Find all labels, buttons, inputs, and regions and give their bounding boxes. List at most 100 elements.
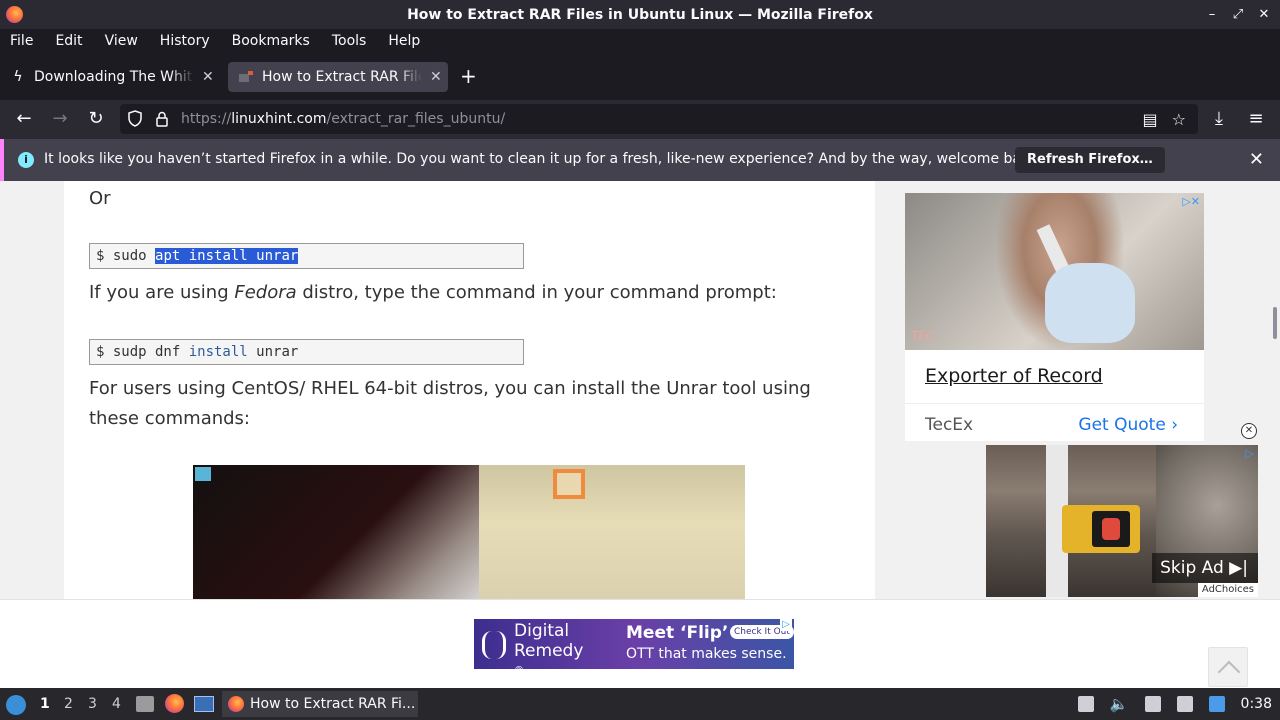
url-domain: linuxhint.com xyxy=(231,111,327,127)
workspace-4[interactable]: 4 xyxy=(112,696,121,712)
notification-message: It looks like you haven’t started Firefo… xyxy=(44,151,1043,167)
bookmark-star-icon[interactable]: ☆ xyxy=(1172,110,1186,129)
stop-hand-icon xyxy=(1092,511,1130,547)
tab-label: How to Extract RAR Files in Ubuntu Linux xyxy=(262,69,422,85)
close-tab-icon[interactable]: ✕ xyxy=(430,69,442,85)
scrollbar-thumb[interactable] xyxy=(1273,307,1277,339)
adchoices-label[interactable]: AdChoices xyxy=(1197,583,1258,597)
ad-brand: TecEx xyxy=(925,415,974,435)
ad-tagline: OTT that makes sense. xyxy=(626,646,787,662)
task-label: How to Extract RAR Fi... xyxy=(250,696,416,712)
scroll-to-top-button[interactable] xyxy=(1208,647,1248,687)
lock-icon[interactable] xyxy=(156,111,168,127)
clock[interactable]: 0:38 xyxy=(1241,696,1272,712)
back-button[interactable]: ← xyxy=(12,108,36,132)
video-ad[interactable]: ▷ Skip Ad ▶| AdChoices xyxy=(986,445,1258,597)
workspace-1[interactable]: 1 xyxy=(40,696,50,712)
new-tab-button[interactable]: + xyxy=(460,64,477,88)
refresh-firefox-notification: i It looks like you haven’t started Fire… xyxy=(0,139,1280,181)
article-body: Or $ sudo apt install unrar If you are u… xyxy=(64,181,875,611)
menu-bookmarks[interactable]: Bookmarks xyxy=(232,33,310,49)
site-favicon-icon xyxy=(238,69,254,85)
inline-ad-image[interactable] xyxy=(193,465,745,611)
update-notifier-icon[interactable] xyxy=(1208,696,1225,712)
ad-marker-icon xyxy=(195,467,211,481)
firefox-logo-icon xyxy=(6,6,23,23)
url-path: /extract_rar_files_ubuntu/ xyxy=(326,111,506,127)
downloads-icon[interactable]: ⤓ xyxy=(1207,108,1231,132)
clipboard-icon[interactable] xyxy=(1144,696,1161,712)
workspace-3[interactable]: 3 xyxy=(88,696,97,712)
firefox-icon xyxy=(228,696,244,712)
close-ad-icon[interactable]: ✕ xyxy=(1241,423,1257,439)
close-tab-icon[interactable]: ✕ xyxy=(202,69,214,85)
workspace-2[interactable]: 2 xyxy=(64,696,73,712)
digital-remedy-ad[interactable]: Digital Remedy ® Meet ‘Flip’ OTT that mak… xyxy=(474,619,794,676)
menu-edit[interactable]: Edit xyxy=(55,33,82,49)
adchoices-icon[interactable]: ▷✕ xyxy=(1182,195,1200,208)
menu-help[interactable]: Help xyxy=(388,33,420,49)
url-bar[interactable]: https://linuxhint.com/extract_rar_files_… xyxy=(120,104,1198,134)
navigation-toolbar: ← → ↻ https://linuxhint.com/extract_rar_… xyxy=(0,100,1280,139)
url-text[interactable]: https://linuxhint.com/extract_rar_files_… xyxy=(181,111,505,127)
skip-ad-button[interactable]: Skip Ad ▶| xyxy=(1152,553,1258,583)
code-prompt: $ sudo xyxy=(96,248,156,264)
menu-file[interactable]: File xyxy=(10,33,33,49)
desktop-taskbar: 1 2 3 4 How to Extract RAR Fi... 🔈 0:38 xyxy=(0,688,1280,720)
notification-accent xyxy=(0,139,4,181)
tab-extract-rar[interactable]: How to Extract RAR Files in Ubuntu Linux… xyxy=(228,62,448,92)
minimize-button[interactable]: – xyxy=(1206,7,1218,22)
terminal-icon[interactable] xyxy=(194,696,214,712)
close-window-button[interactable]: ✕ xyxy=(1258,7,1270,22)
adchoices-icon[interactable]: ▷ xyxy=(1246,447,1254,460)
skip-ad-label: Skip Ad xyxy=(1160,558,1224,578)
tab-downloading[interactable]: ϟ Downloading The White Lotus ✕ xyxy=(4,62,224,92)
display-icon[interactable] xyxy=(1176,696,1193,712)
get-quote-button[interactable]: Get Quote › xyxy=(1078,415,1178,435)
taskbar-window-firefox[interactable]: How to Extract RAR Fi... xyxy=(222,691,418,717)
tracking-protection-shield-icon[interactable] xyxy=(128,110,142,127)
reload-button[interactable]: ↻ xyxy=(84,108,108,132)
cta-label: Get Quote xyxy=(1078,415,1166,435)
digital-remedy-wordmark: Digital Remedy ® xyxy=(514,621,583,681)
app-menu-icon[interactable]: ≡ xyxy=(1244,108,1268,132)
url-scheme: https:// xyxy=(181,111,232,127)
tecex-ad[interactable]: TEC ▷✕ Exporter of Record TecEx Get Quot… xyxy=(905,193,1204,441)
tab-label: Downloading The White Lotus xyxy=(34,69,194,85)
ad-photo-glove xyxy=(1045,263,1135,343)
code-block-apt[interactable]: $ sudo apt install unrar xyxy=(89,243,524,269)
firefox-launcher-icon[interactable] xyxy=(165,694,184,713)
brand-line-2: Remedy xyxy=(514,641,584,661)
brand-mark: ® xyxy=(514,665,524,676)
fedora-paragraph: If you are using Fedora distro, type the… xyxy=(89,278,777,308)
reader-view-icon[interactable]: ▤ xyxy=(1143,110,1158,129)
menu-view[interactable]: View xyxy=(105,33,138,49)
volume-icon[interactable]: 🔈 xyxy=(1110,695,1129,713)
code-prompt: $ sudp dnf xyxy=(96,344,189,360)
menu-history[interactable]: History xyxy=(160,33,210,49)
web-page: Or $ sudo apt install unrar If you are u… xyxy=(0,181,1280,688)
code-block-dnf[interactable]: $ sudp dnf install unrar xyxy=(89,339,524,365)
ad-divider xyxy=(905,403,1204,404)
start-menu-icon[interactable] xyxy=(6,695,26,715)
selected-text: apt install unrar xyxy=(155,248,299,264)
refresh-firefox-button[interactable]: Refresh Firefox… xyxy=(1015,147,1165,173)
menu-bar: File Edit View History Bookmarks Tools H… xyxy=(0,29,1280,53)
info-icon: i xyxy=(18,152,34,168)
maximize-button[interactable]: ⤢ xyxy=(1232,7,1244,22)
page-scrollbar[interactable] xyxy=(1270,181,1280,688)
menu-tools[interactable]: Tools xyxy=(332,33,367,49)
tray-app-icon[interactable] xyxy=(1077,696,1094,712)
adchoices-icon[interactable]: ▷ xyxy=(780,619,792,631)
window-titlebar: How to Extract RAR Files in Ubuntu Linux… xyxy=(0,0,1280,29)
ad-headline: Meet ‘Flip’ xyxy=(626,623,729,643)
tab-bar: ϟ Downloading The White Lotus ✕ How to E… xyxy=(0,53,1280,100)
window-shape xyxy=(553,469,585,499)
close-icon[interactable]: ✕ xyxy=(1249,149,1264,170)
ad-headline[interactable]: Exporter of Record xyxy=(925,365,1103,387)
digital-remedy-logo-icon xyxy=(482,631,506,659)
system-tray: 🔈 0:38 xyxy=(1077,688,1272,720)
file-manager-icon[interactable] xyxy=(136,696,154,712)
forward-button[interactable]: → xyxy=(48,108,72,132)
ad-photo: TEC xyxy=(905,193,1204,350)
